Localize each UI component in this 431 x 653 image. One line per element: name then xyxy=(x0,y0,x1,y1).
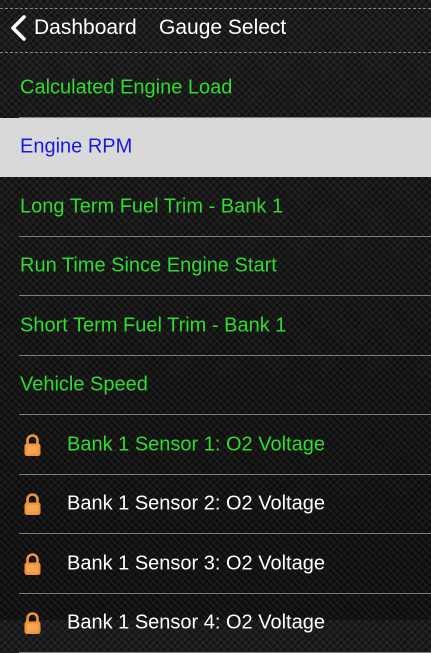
gauge-row-long-term-fuel-trim-bank-1[interactable]: Long Term Fuel Trim - Bank 1 xyxy=(0,177,431,237)
gauge-row-bank-1-sensor-3-o2-voltage[interactable]: Bank 1 Sensor 3: O2 Voltage xyxy=(0,534,431,594)
lock-icon xyxy=(23,611,42,635)
back-button-label: Dashboard xyxy=(34,16,137,40)
lock-icon xyxy=(23,552,42,576)
gauge-label: Bank 1 Sensor 3: O2 Voltage xyxy=(67,552,325,575)
gauge-row-bank-1-sensor-2-o2-voltage[interactable]: Bank 1 Sensor 2: O2 Voltage xyxy=(0,475,431,535)
gauge-label: Calculated Engine Load xyxy=(20,76,232,99)
gauge-row-calculated-engine-load[interactable]: Calculated Engine Load xyxy=(0,58,431,118)
nav-stitch-top xyxy=(0,8,431,9)
gauge-label: Engine RPM xyxy=(20,136,132,159)
gauge-row-vehicle-speed[interactable]: Vehicle Speed xyxy=(0,356,431,416)
gauge-row-short-term-fuel-trim-bank-1[interactable]: Short Term Fuel Trim - Bank 1 xyxy=(0,296,431,356)
gauge-label: Bank 1 Sensor 2: O2 Voltage xyxy=(67,493,325,516)
gauge-label: Bank 1 Sensor 1: O2 Voltage xyxy=(67,433,325,456)
back-button[interactable]: Dashboard xyxy=(8,12,137,44)
lock-icon xyxy=(23,492,42,516)
navigation-bar: Dashboard Gauge Select xyxy=(0,0,431,56)
lock-icon xyxy=(23,433,42,457)
gauge-label: Run Time Since Engine Start xyxy=(20,255,277,278)
gauge-label: Long Term Fuel Trim - Bank 1 xyxy=(20,195,283,218)
nav-stitch-bottom xyxy=(0,52,431,53)
gauge-row-bank-1-sensor-1-o2-voltage[interactable]: Bank 1 Sensor 1: O2 Voltage xyxy=(0,415,431,475)
gauge-label: Short Term Fuel Trim - Bank 1 xyxy=(20,314,286,337)
page-title: Gauge Select xyxy=(159,16,286,40)
gauge-row-bank-1-sensor-4-o2-voltage[interactable]: Bank 1 Sensor 4: O2 Voltage xyxy=(0,594,431,653)
gauge-label: Vehicle Speed xyxy=(20,374,148,397)
gauge-label: Bank 1 Sensor 4: O2 Voltage xyxy=(67,612,325,635)
gauge-row-engine-rpm[interactable]: Engine RPM xyxy=(0,118,431,178)
gauge-list: Calculated Engine Load Engine RPM Long T… xyxy=(0,58,431,653)
gauge-row-run-time-since-engine-start[interactable]: Run Time Since Engine Start xyxy=(0,237,431,297)
chevron-left-icon xyxy=(8,14,30,42)
